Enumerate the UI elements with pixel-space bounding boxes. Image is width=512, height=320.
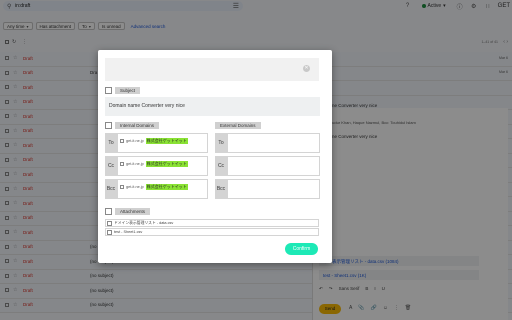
recipient-list: get-it.ne.jp 株式会社ゲットイット [117, 179, 208, 199]
company-name: 株式会社ゲットイット [145, 161, 188, 167]
subject-value: Domain name Converter very nice [105, 97, 320, 116]
company-name: 株式会社ゲットイット [145, 184, 188, 190]
external-row-cc: Cc [215, 156, 320, 176]
external-row-bcc: Bcc [215, 179, 320, 199]
confirm-button[interactable]: Confirm [285, 243, 318, 255]
domain-name: get-it.ne.jp [126, 162, 144, 166]
domain-item[interactable]: get-it.ne.jp 株式会社ゲットイット [120, 161, 205, 167]
attachment-checkbox[interactable] [107, 220, 112, 226]
subject-section-header: Subject [105, 87, 141, 94]
recipient-key: Bcc [105, 179, 117, 199]
domain-checkbox[interactable] [120, 185, 124, 189]
attachment-item[interactable]: test - Sheet1.csv [105, 228, 319, 236]
subject-section-label: Subject [115, 87, 141, 94]
attachment-name: test - Sheet1.csv [114, 230, 143, 234]
external-section-label: External Domains [215, 122, 261, 129]
domain-name: get-it.ne.jp [126, 139, 144, 143]
external-row-to: To [215, 133, 320, 153]
recipient-key: To [215, 133, 227, 153]
recipient-list: get-it.ne.jp 株式会社ゲットイット [117, 156, 208, 176]
domain-checkbox[interactable] [120, 139, 124, 143]
confirm-dialog: ✕ Subject Domain name Converter very nic… [98, 50, 332, 263]
external-domains: To Cc Bcc [215, 133, 320, 202]
internal-checkbox[interactable] [105, 122, 112, 129]
internal-row-cc: Cc get-it.ne.jp 株式会社ゲットイット [105, 156, 208, 176]
recipient-key: Bcc [215, 179, 227, 199]
internal-section-header: Internal Domains [105, 122, 160, 129]
recipient-key: Cc [105, 156, 117, 176]
recipient-key: To [105, 133, 117, 153]
attachments-section-label: Attachments [115, 208, 151, 215]
subject-checkbox[interactable] [105, 87, 112, 94]
company-name: 株式会社ゲットイット [145, 138, 188, 144]
attachment-item[interactable]: ドメイン表示管理リスト - data.csv [105, 219, 319, 227]
internal-row-to: To get-it.ne.jp 株式会社ゲットイット [105, 133, 208, 153]
close-icon[interactable]: ✕ [303, 65, 310, 72]
internal-row-bcc: Bcc get-it.ne.jp 株式会社ゲットイット [105, 179, 208, 199]
recipient-key: Cc [215, 156, 227, 176]
external-section-header: External Domains [215, 122, 261, 129]
internal-domains: To get-it.ne.jp 株式会社ゲットイット Cc get-it.ne.… [105, 133, 208, 202]
domain-checkbox[interactable] [120, 162, 124, 166]
recipient-list [227, 179, 320, 199]
domain-name: get-it.ne.jp [126, 185, 144, 189]
attachment-checkbox[interactable] [107, 229, 112, 235]
domain-item[interactable]: get-it.ne.jp 株式会社ゲットイット [120, 138, 205, 144]
internal-section-label: Internal Domains [115, 122, 160, 129]
recipient-list [227, 133, 320, 153]
recipient-list [227, 156, 320, 176]
attachments-section-header: Attachments [105, 208, 151, 215]
recipient-list: get-it.ne.jp 株式会社ゲットイット [117, 133, 208, 153]
attachments-checkbox[interactable] [105, 208, 112, 215]
attachment-name: ドメイン表示管理リスト - data.csv [114, 220, 174, 225]
dialog-header [105, 58, 319, 81]
domain-item[interactable]: get-it.ne.jp 株式会社ゲットイット [120, 184, 205, 190]
